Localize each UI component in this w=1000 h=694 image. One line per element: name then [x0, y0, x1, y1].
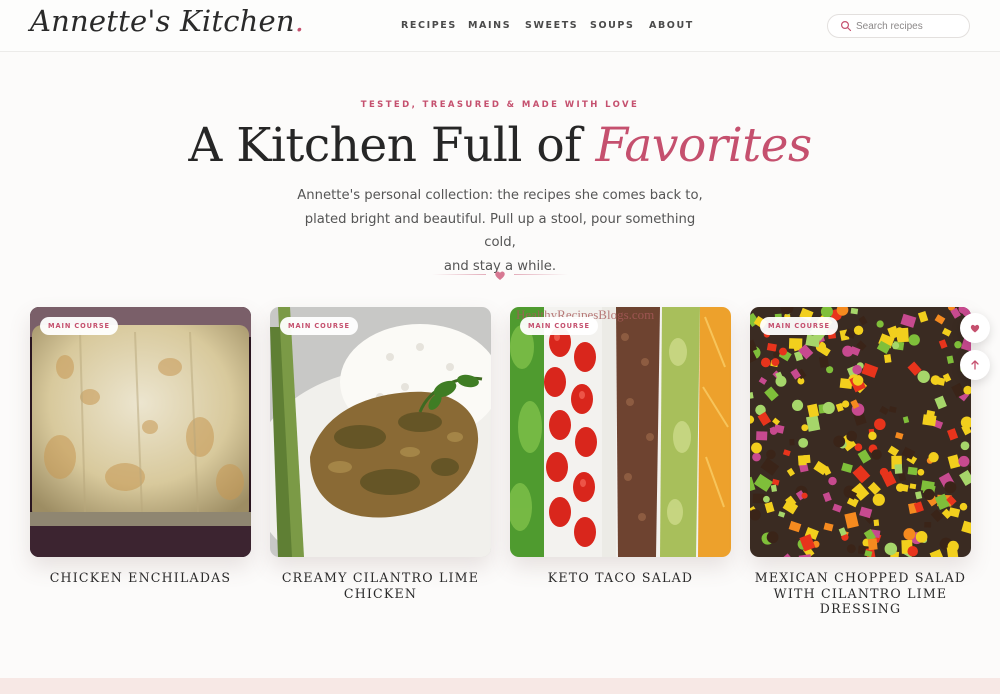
recipe-title[interactable]: MEXICAN CHOPPED SALAD WITH CILANTRO LIME… [750, 570, 971, 617]
enchiladas-image [30, 307, 251, 557]
recipe-card[interactable]: MAIN COURSE CHICKEN ENCHILADAS [30, 307, 251, 586]
search-icon [840, 20, 852, 32]
recipe-card[interactable]: MAIN COURSE MEXICAN CHOPPED SALAD WITH C… [750, 307, 971, 617]
favorite-button[interactable] [960, 313, 990, 343]
recipe-title-line[interactable]: CREAMY CILANTRO LIME [270, 570, 491, 586]
hero-intro-line: plated bright and beautiful. Pull up a s… [304, 211, 696, 251]
recipe-title-line[interactable]: KETO TACO SALAD [510, 570, 731, 586]
nav-about[interactable]: ABOUT [649, 20, 694, 31]
nav-sweets[interactable]: SWEETS [525, 20, 578, 31]
category-badge: MAIN COURSE [520, 317, 598, 335]
heart-icon [495, 271, 505, 280]
recipe-title-line[interactable]: MEXICAN CHOPPED SALAD [750, 570, 971, 586]
nav-soups[interactable]: SOUPS [590, 20, 634, 31]
divider-line [514, 274, 568, 275]
hero-title: A Kitchen Full of Favorites [0, 118, 1000, 173]
recipe-title[interactable]: KETO TACO SALAD [510, 570, 731, 586]
recipe-card[interactable]: MAIN COURSE CREAMY CILANTRO LIME CHICKEN [270, 307, 491, 601]
hero-intro-line: Annette's personal collection: the recip… [297, 188, 703, 203]
heart-icon [970, 324, 980, 333]
back-to-top-button[interactable] [960, 350, 990, 380]
nav-recipes[interactable]: RECIPES [401, 20, 457, 31]
divider-line [432, 274, 486, 275]
chopped-salad-image [750, 307, 971, 557]
site-header: Annette's Kitchen. RECIPES MAINS SWEETS … [0, 0, 1000, 52]
category-badge: MAIN COURSE [40, 317, 118, 335]
hero-divider [432, 268, 568, 282]
hero-title-accent: Favorites [595, 118, 812, 173]
taco-salad-image: HealthyRecipesBlogs.com [510, 307, 731, 557]
recipe-photo[interactable]: MAIN COURSE [30, 307, 251, 557]
recipe-photo[interactable]: MAIN COURSE [750, 307, 971, 557]
recipe-title-line[interactable]: WITH CILANTRO LIME [750, 586, 971, 602]
recipe-card[interactable]: HealthyRecipesBlogs.com MAIN COURSE KETO… [510, 307, 731, 586]
footer-band [0, 678, 1000, 694]
recipe-title-line[interactable]: CHICKEN ENCHILADAS [30, 570, 251, 586]
category-badge: MAIN COURSE [280, 317, 358, 335]
recipe-photo[interactable]: MAIN COURSE [270, 307, 491, 557]
arrow-up-icon [971, 360, 979, 370]
recipe-photo[interactable]: HealthyRecipesBlogs.com MAIN COURSE [510, 307, 731, 557]
recipe-title-line[interactable]: CHICKEN [270, 586, 491, 602]
recipe-title[interactable]: CREAMY CILANTRO LIME CHICKEN [270, 570, 491, 601]
recipe-title-line[interactable]: DRESSING [750, 601, 971, 617]
hero-title-main: A Kitchen Full of [188, 118, 596, 173]
hero-eyebrow: TESTED, TREASURED & MADE WITH LOVE [360, 100, 640, 110]
cilantro-chicken-image [270, 307, 491, 557]
recipe-title[interactable]: CHICKEN ENCHILADAS [30, 570, 251, 586]
hero-intro: Annette's personal collection: the recip… [290, 184, 710, 278]
category-badge: MAIN COURSE [760, 317, 838, 335]
search-input[interactable] [856, 19, 964, 34]
search-box[interactable] [827, 14, 970, 38]
nav-mains[interactable]: MAINS [468, 20, 511, 31]
